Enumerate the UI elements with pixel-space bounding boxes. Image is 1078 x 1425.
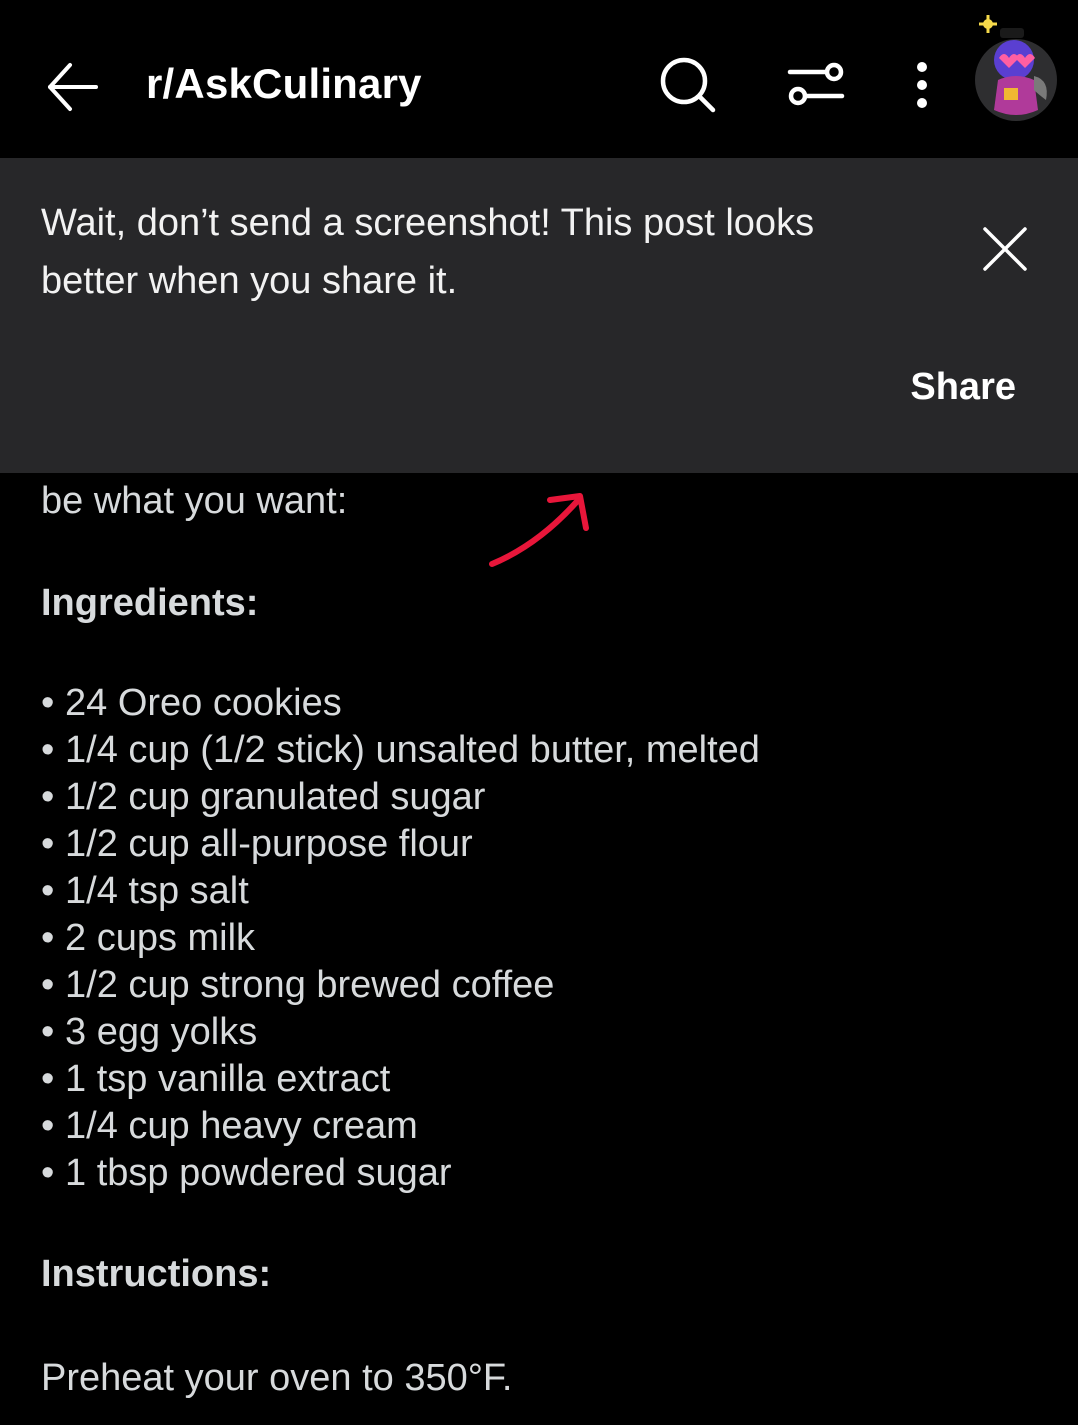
arrow-left-icon[interactable]: [40, 55, 104, 119]
share-button[interactable]: Share: [910, 366, 1016, 409]
list-item: • 24 Oreo cookies: [41, 682, 342, 724]
close-icon[interactable]: [972, 216, 1038, 282]
instructions-heading: Instructions:: [41, 1253, 272, 1295]
instruction-text: Preheat your oven to 350°F.: [41, 1357, 513, 1399]
user-avatar[interactable]: [972, 14, 1060, 124]
search-icon[interactable]: [653, 50, 723, 120]
sliders-icon[interactable]: [781, 50, 851, 120]
app-bar: r/AskCulinary: [0, 0, 1078, 158]
list-item: • 1/2 cup all-purpose flour: [41, 823, 473, 865]
list-item: • 1/2 cup granulated sugar: [41, 776, 486, 818]
list-item: • 3 egg yolks: [41, 1011, 258, 1053]
list-item: • 1 tsp vanilla extract: [41, 1058, 391, 1100]
ingredients-heading: Ingredients:: [41, 582, 259, 624]
post-text-partial: be what you want:: [41, 480, 348, 522]
list-item: • 1/4 cup heavy cream: [41, 1105, 418, 1147]
ingredients-list: • 24 Oreo cookies • 1/4 cup (1/2 stick) un…: [41, 680, 760, 1197]
list-item: • 1/4 cup (1/2 stick) unsalted butter, me…: [41, 729, 760, 771]
banner-message: Wait, don’t send a screenshot! This post…: [41, 202, 815, 302]
red-arrow-annotation: [489, 493, 589, 567]
list-item: • 1/4 tsp salt: [41, 870, 249, 912]
list-item: • 2 cups milk: [41, 917, 256, 959]
list-item: • 1/2 cup strong brewed coffee: [41, 964, 555, 1006]
share-banner: Wait, don’t send a screenshot! This post…: [0, 158, 1078, 473]
more-vertical-icon[interactable]: [887, 50, 957, 120]
subreddit-title[interactable]: r/AskCulinary: [146, 60, 422, 108]
list-item: • 1 tbsp powdered sugar: [41, 1152, 452, 1194]
